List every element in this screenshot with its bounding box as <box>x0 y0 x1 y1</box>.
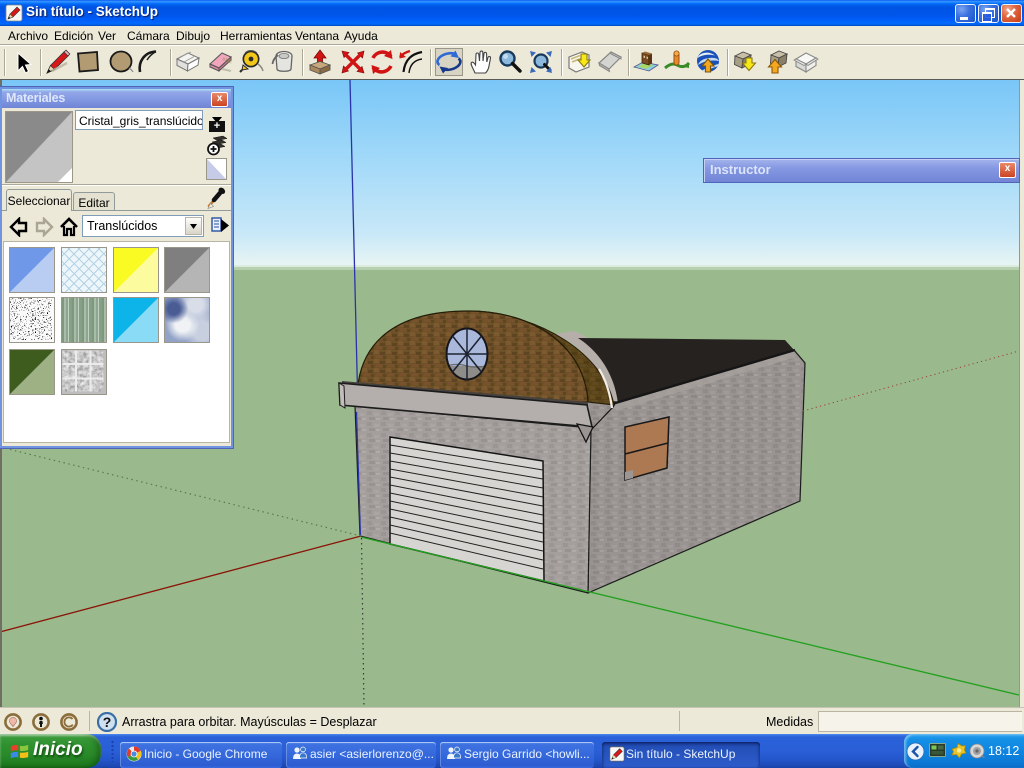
svg-text:?: ? <box>103 714 112 730</box>
